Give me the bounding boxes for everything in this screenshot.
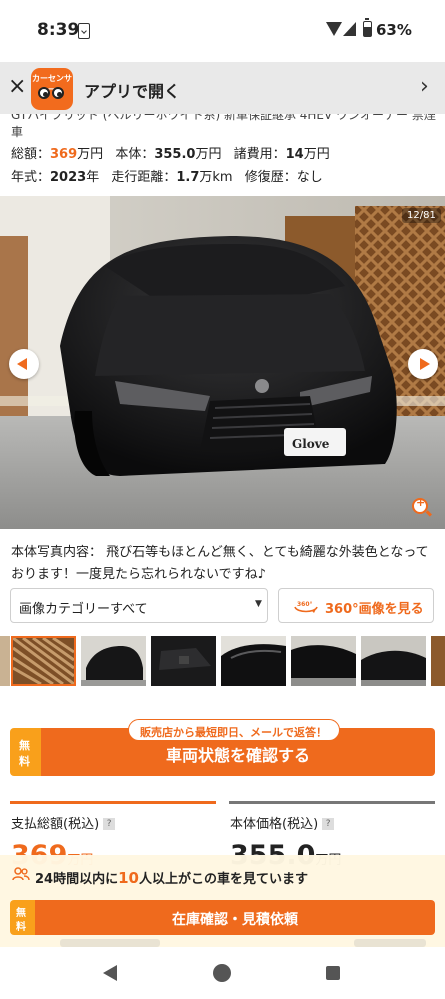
help-icon[interactable]: ?: [322, 818, 335, 830]
people-icon: [12, 867, 30, 881]
floating-inquiry-panel: 24時間以内に10人以上がこの車を見ています 無料 在庫確認・見積依頼: [0, 855, 445, 947]
back-icon[interactable]: [103, 965, 117, 981]
photo-thumbnail[interactable]: [81, 636, 146, 686]
body-price-label: 本体価格(税込)?: [230, 813, 335, 832]
photo-thumbnail-active[interactable]: [11, 636, 76, 686]
confirm-condition-label: 車両状態を確認する: [165, 746, 310, 765]
photo-thumbnail[interactable]: [221, 636, 286, 686]
price-divider: [229, 801, 435, 804]
home-icon[interactable]: [213, 964, 231, 982]
chevron-right-icon[interactable]: ›: [420, 74, 429, 99]
open-in-app-banner[interactable]: × カーセンサー アプリで開く ›: [0, 62, 445, 114]
photo-thumbnail[interactable]: [151, 636, 216, 686]
photo-prev-button[interactable]: [9, 349, 39, 379]
hidden-content-peek: [60, 939, 160, 947]
free-badge: 無料: [10, 728, 41, 776]
spec-year: 年式：2023年: [11, 170, 100, 185]
battery-icon: [363, 18, 372, 37]
license-plate-text: Glove: [292, 437, 330, 451]
image-category-select[interactable]: 画像カテゴリーすべて ▼: [10, 588, 268, 623]
spec-body-price: 本体：355.0万円: [115, 147, 222, 162]
total-price-label: 支払総額(税込)?: [11, 813, 116, 832]
photo-thumbnail[interactable]: [431, 636, 445, 686]
stock-quote-request-button[interactable]: 在庫確認・見積依頼: [35, 900, 435, 935]
svg-text:360°: 360°: [297, 601, 313, 608]
arrow-right-icon: [420, 358, 430, 370]
listing-specs: 総額：369万円 本体：355.0万円 諸費用：14万円 年式：2023年 走行…: [11, 147, 338, 193]
photo-counter: 12/81: [402, 208, 441, 223]
caret-down-icon: ▼: [255, 599, 262, 609]
photo-description: 本体写真内容： 飛び石等もほとんど無く、とても綺麗な外装色となっております！一度…: [11, 545, 429, 582]
price-spec-line: 総額：369万円 本体：355.0万円 諸費用：14万円: [11, 147, 338, 170]
open-in-app-label[interactable]: アプリで開く: [84, 78, 180, 102]
reply-speed-bubble: 販売店から最短即日、メールで返答！: [128, 719, 340, 741]
status-time: 8:39: [37, 20, 80, 40]
car-photo-illustration: Glove: [0, 196, 445, 529]
cellular-signal-icon: [343, 22, 356, 36]
spec-repair-history: 修復歴：なし: [244, 170, 323, 185]
status-bar: 8:39 63%: [0, 0, 445, 62]
logo-eye-icon: [52, 87, 64, 99]
photo-thumbnail[interactable]: [361, 636, 426, 686]
spec-fees: 諸費用：14万円: [233, 147, 330, 162]
viewers-count-text: 24時間以内に10人以上がこの車を見ています: [35, 869, 308, 887]
zoom-in-icon[interactable]: [412, 496, 428, 514]
arrow-left-icon: [17, 358, 27, 370]
system-navigation-bar: [0, 947, 445, 999]
spec-mileage: 走行距離：1.7万km: [111, 170, 233, 185]
recents-icon[interactable]: [326, 966, 340, 980]
spec-total: 総額：369万円: [11, 147, 104, 162]
logo-eye-icon: [38, 87, 50, 99]
carsensor-app-logo: カーセンサー: [31, 68, 73, 110]
price-divider: [10, 801, 216, 804]
vehicle-spec-line: 年式：2023年 走行距離：1.7万km 修復歴：なし: [11, 170, 338, 193]
close-icon[interactable]: ×: [8, 74, 26, 99]
photo-thumbnail-strip: [0, 635, 445, 687]
quote-area: 無料 在庫確認・見積依頼: [10, 900, 435, 935]
photo-thumbnail[interactable]: [0, 636, 10, 686]
free-badge: 無料: [10, 900, 35, 935]
category-select-value: 画像カテゴリーすべて: [19, 602, 148, 617]
battery-percent: 63%: [376, 21, 412, 39]
photo-thumbnail[interactable]: [291, 636, 356, 686]
rotate-360-icon: 360°: [294, 601, 318, 613]
stock-quote-label: 在庫確認・見積依頼: [172, 912, 298, 928]
help-icon[interactable]: ?: [103, 818, 116, 830]
download-icon: [78, 23, 90, 39]
hidden-content-peek: [354, 939, 426, 947]
view-360-button[interactable]: 360° 360°画像を見る: [278, 588, 434, 623]
view-360-label: 360°画像を見る: [325, 602, 424, 617]
wifi-icon: [326, 22, 342, 36]
photo-next-button[interactable]: [408, 349, 438, 379]
vehicle-photo[interactable]: Glove 12/81: [0, 196, 445, 529]
